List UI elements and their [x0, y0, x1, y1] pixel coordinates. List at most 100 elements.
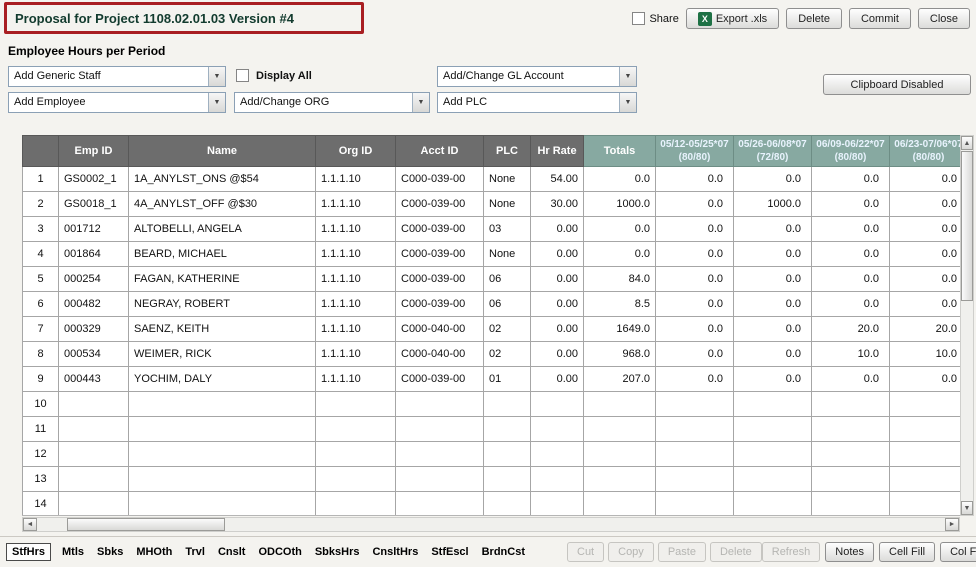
cell-period-4[interactable]: 0.0 — [890, 217, 961, 242]
export-xls-button[interactable]: X Export .xls — [686, 8, 779, 29]
cell-period-1[interactable]: 0.0 — [656, 242, 734, 267]
cell-emp-id[interactable]: GS0018_1 — [59, 192, 129, 217]
vertical-scrollbar[interactable]: ▲ ▼ — [960, 135, 974, 516]
cell-period-3[interactable]: 0.0 — [812, 292, 890, 317]
row-number[interactable]: 1 — [23, 167, 59, 192]
row-number[interactable]: 5 — [23, 267, 59, 292]
cell-period-2[interactable]: 0.0 — [734, 317, 812, 342]
cell-hr-rate[interactable]: 30.00 — [531, 192, 584, 217]
cell-period-3[interactable]: 0.0 — [812, 167, 890, 192]
cell-period-3[interactable]: 0.0 — [812, 242, 890, 267]
cell-period-1[interactable]: 0.0 — [656, 217, 734, 242]
cell-empty[interactable] — [656, 417, 734, 442]
cell-empty[interactable] — [484, 467, 531, 492]
cell-plc[interactable]: 02 — [484, 317, 531, 342]
vertical-scroll-thumb[interactable] — [961, 151, 973, 301]
cell-empty[interactable] — [890, 492, 961, 517]
cell-name[interactable]: 1A_ANYLST_ONS @$54 — [129, 167, 316, 192]
cell-period-4[interactable]: 0.0 — [890, 242, 961, 267]
cell-name[interactable]: WEIMER, RICK — [129, 342, 316, 367]
cell-totals[interactable]: 968.0 — [584, 342, 656, 367]
cell-empty[interactable] — [584, 467, 656, 492]
cell-hr-rate[interactable]: 0.00 — [531, 367, 584, 392]
cell-period-1[interactable]: 0.0 — [656, 342, 734, 367]
cell-totals[interactable]: 1649.0 — [584, 317, 656, 342]
cell-empty[interactable] — [129, 442, 316, 467]
tab-brdncst[interactable]: BrdnCst — [480, 544, 527, 560]
cell-empty[interactable] — [484, 392, 531, 417]
cell-org-id[interactable]: 1.1.1.10 — [316, 217, 396, 242]
cell-org-id[interactable]: 1.1.1.10 — [316, 317, 396, 342]
row-number[interactable]: 7 — [23, 317, 59, 342]
clipboard-disabled-button[interactable]: Clipboard Disabled — [823, 74, 971, 95]
close-button[interactable]: Close — [918, 8, 970, 29]
cell-period-1[interactable]: 0.0 — [656, 317, 734, 342]
cell-totals[interactable]: 8.5 — [584, 292, 656, 317]
cell-empty[interactable] — [584, 392, 656, 417]
cell-totals[interactable]: 0.0 — [584, 167, 656, 192]
cell-empty[interactable] — [812, 492, 890, 517]
cell-hr-rate[interactable]: 0.00 — [531, 267, 584, 292]
row-number[interactable]: 14 — [23, 492, 59, 517]
add-change-org-dropdown[interactable]: Add/Change ORG ▼ — [234, 92, 430, 113]
cell-empty[interactable] — [396, 442, 484, 467]
tab-stfescl[interactable]: StfEscl — [429, 544, 470, 560]
cell-emp-id[interactable]: GS0002_1 — [59, 167, 129, 192]
cell-plc[interactable]: 06 — [484, 267, 531, 292]
cell-empty[interactable] — [812, 467, 890, 492]
horizontal-scroll-thumb[interactable] — [67, 518, 225, 531]
tab-sbks[interactable]: Sbks — [95, 544, 125, 560]
cell-empty[interactable] — [584, 417, 656, 442]
cell-totals[interactable]: 0.0 — [584, 217, 656, 242]
refresh-button[interactable]: Refresh — [762, 542, 821, 562]
cell-period-3[interactable]: 0.0 — [812, 192, 890, 217]
add-change-gl-account-dropdown[interactable]: Add/Change GL Account ▼ — [437, 66, 637, 87]
cell-emp-id[interactable]: 000329 — [59, 317, 129, 342]
cell-hr-rate[interactable]: 0.00 — [531, 317, 584, 342]
cell-empty[interactable] — [484, 442, 531, 467]
cell-empty[interactable] — [396, 417, 484, 442]
tab-cnslthrs[interactable]: CnsltHrs — [370, 544, 420, 560]
cell-empty[interactable] — [316, 392, 396, 417]
cell-fill-button[interactable]: Cell Fill — [879, 542, 935, 562]
cell-acct-id[interactable]: C000-040-00 — [396, 317, 484, 342]
cell-plc[interactable]: 01 — [484, 367, 531, 392]
cell-name[interactable]: BEARD, MICHAEL — [129, 242, 316, 267]
share-checkbox[interactable] — [632, 12, 645, 25]
row-number[interactable]: 8 — [23, 342, 59, 367]
cell-acct-id[interactable]: C000-039-00 — [396, 367, 484, 392]
cell-org-id[interactable]: 1.1.1.10 — [316, 167, 396, 192]
cell-emp-id[interactable]: 000254 — [59, 267, 129, 292]
scroll-right-icon[interactable]: ► — [945, 518, 959, 531]
cell-hr-rate[interactable]: 54.00 — [531, 167, 584, 192]
cell-totals[interactable]: 84.0 — [584, 267, 656, 292]
cell-plc[interactable]: None — [484, 167, 531, 192]
scroll-left-icon[interactable]: ◄ — [23, 518, 37, 531]
cell-period-1[interactable]: 0.0 — [656, 292, 734, 317]
cell-period-2[interactable]: 0.0 — [734, 342, 812, 367]
add-plc-dropdown[interactable]: Add PLC ▼ — [437, 92, 637, 113]
row-number[interactable]: 12 — [23, 442, 59, 467]
cell-hr-rate[interactable]: 0.00 — [531, 292, 584, 317]
cell-org-id[interactable]: 1.1.1.10 — [316, 242, 396, 267]
cell-empty[interactable] — [396, 392, 484, 417]
cell-name[interactable]: FAGAN, KATHERINE — [129, 267, 316, 292]
cell-emp-id[interactable]: 000443 — [59, 367, 129, 392]
cell-empty[interactable] — [812, 417, 890, 442]
cell-empty[interactable] — [129, 392, 316, 417]
cell-org-id[interactable]: 1.1.1.10 — [316, 192, 396, 217]
cell-period-1[interactable]: 0.0 — [656, 167, 734, 192]
cell-period-2[interactable]: 0.0 — [734, 242, 812, 267]
cell-plc[interactable]: 02 — [484, 342, 531, 367]
cell-empty[interactable] — [812, 442, 890, 467]
row-number[interactable]: 13 — [23, 467, 59, 492]
delete-button[interactable]: Delete — [710, 542, 762, 562]
cell-name[interactable]: SAENZ, KEITH — [129, 317, 316, 342]
cell-period-3[interactable]: 0.0 — [812, 217, 890, 242]
cell-empty[interactable] — [734, 417, 812, 442]
cell-empty[interactable] — [890, 467, 961, 492]
cell-name[interactable]: NEGRAY, ROBERT — [129, 292, 316, 317]
cell-empty[interactable] — [656, 392, 734, 417]
scroll-up-icon[interactable]: ▲ — [961, 136, 973, 150]
display-all-checkbox[interactable] — [236, 69, 249, 82]
